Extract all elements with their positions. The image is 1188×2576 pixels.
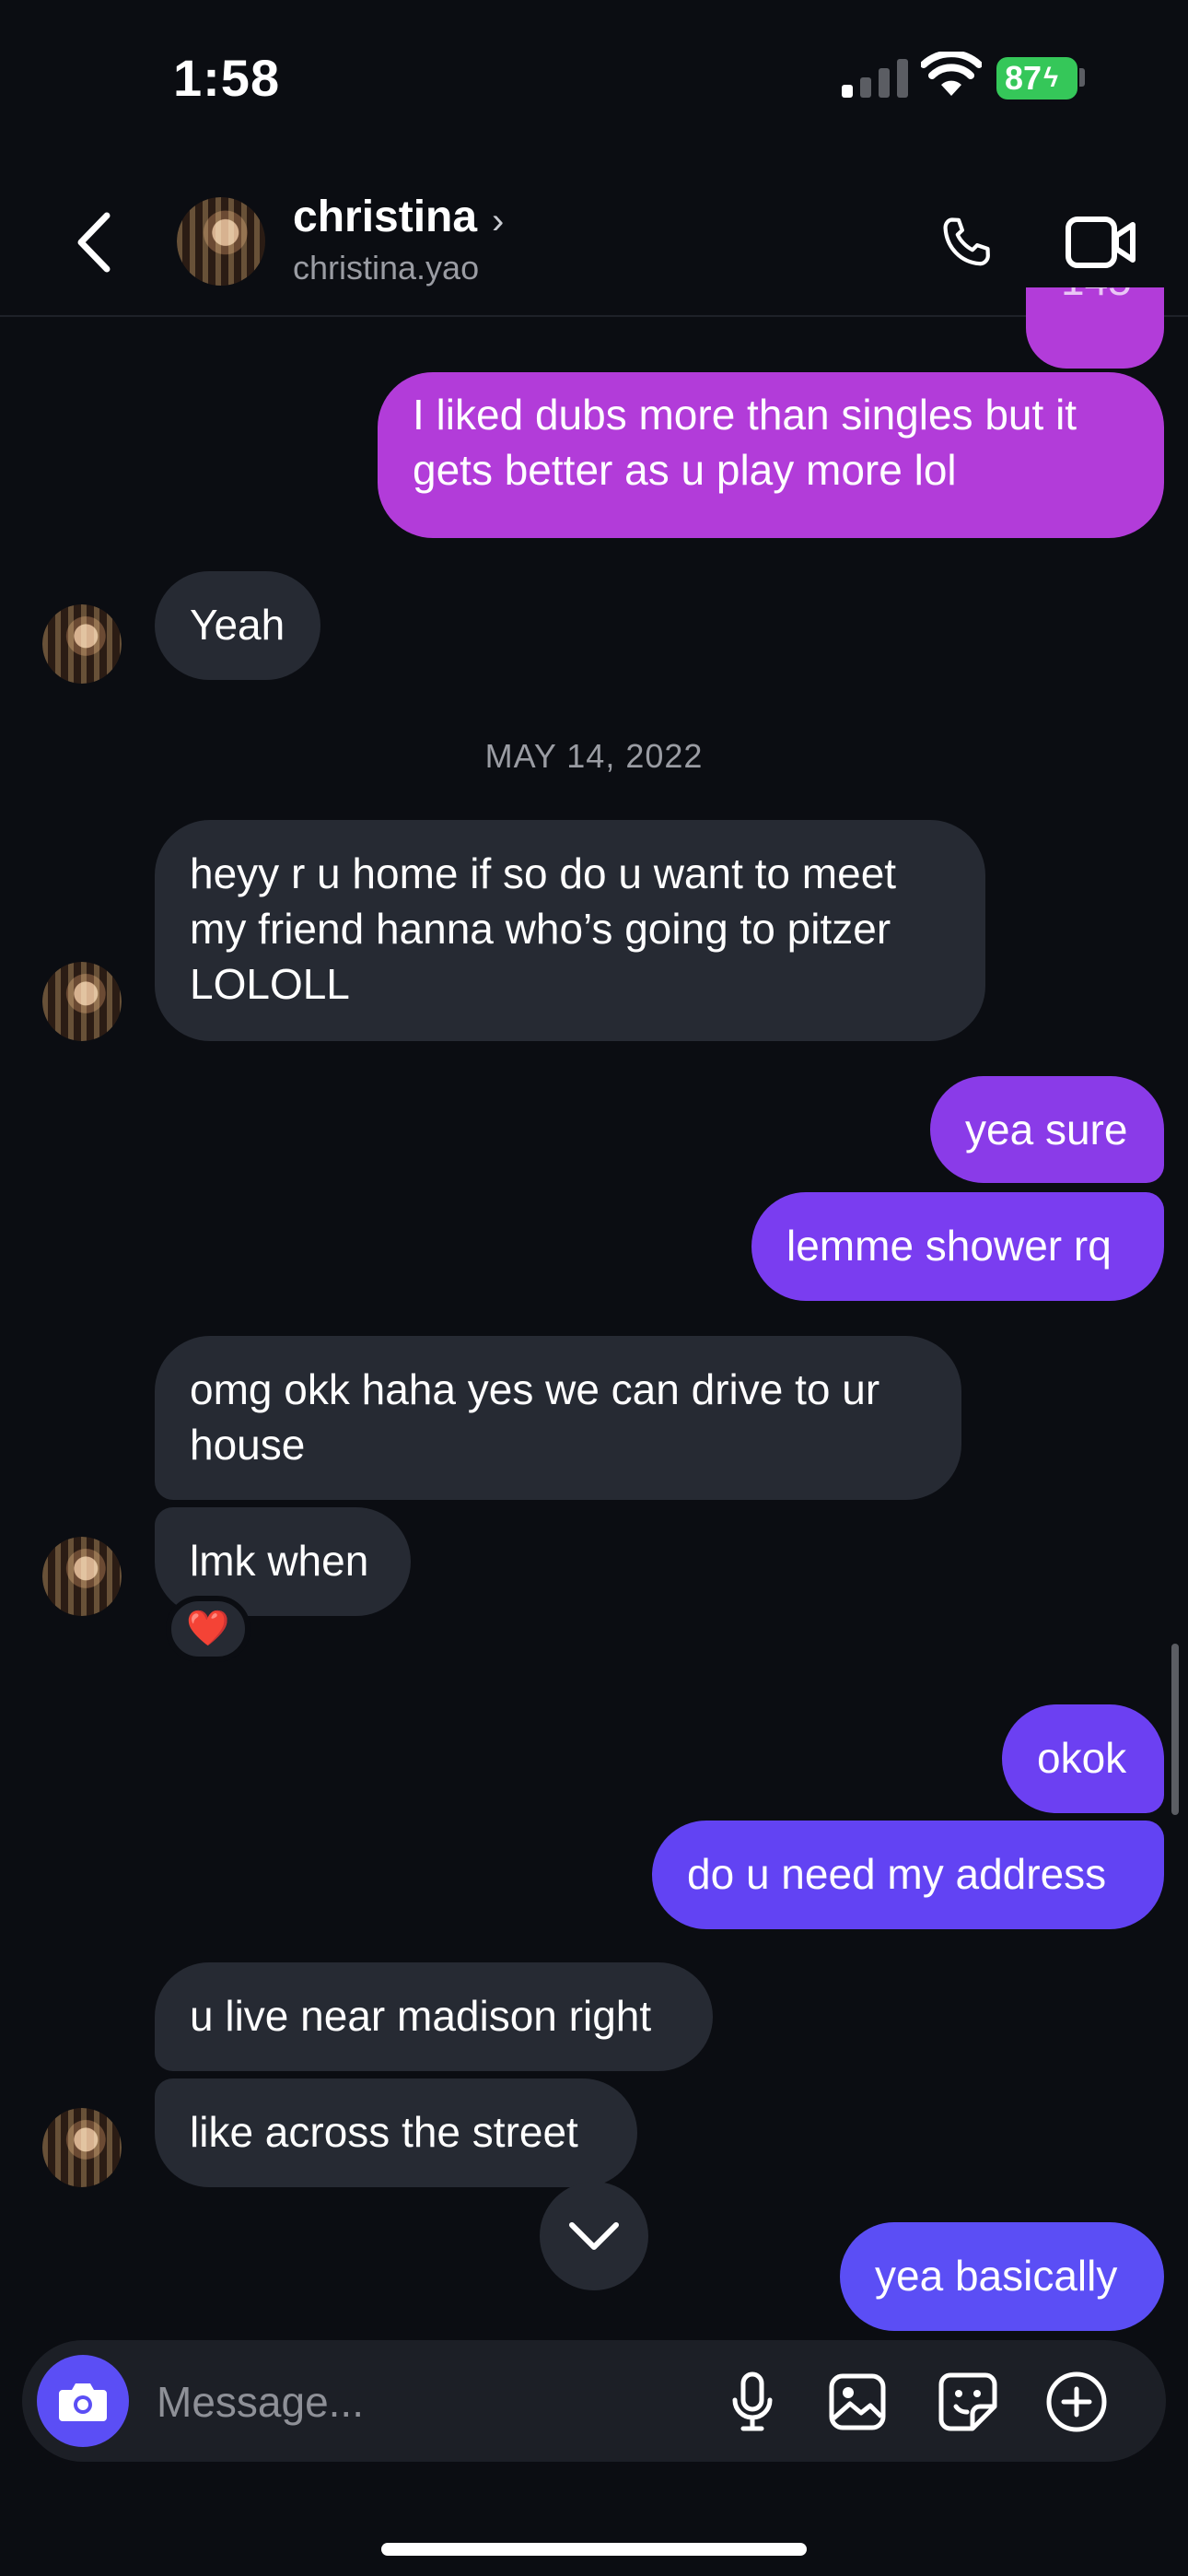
message-input[interactable] bbox=[155, 2368, 674, 2436]
cellular-signal-icon bbox=[842, 57, 908, 98]
camera-icon bbox=[59, 2383, 107, 2421]
message-sender-avatar[interactable] bbox=[42, 604, 122, 684]
back-chevron-icon[interactable] bbox=[74, 210, 114, 279]
battery-percent: 87 bbox=[1005, 59, 1042, 97]
video-camera-icon[interactable] bbox=[1065, 214, 1138, 275]
camera-button[interactable] bbox=[37, 2355, 129, 2447]
battery-nub bbox=[1079, 68, 1085, 87]
message-outgoing[interactable]: okok bbox=[1002, 1704, 1164, 1813]
chevron-right-icon[interactable]: › bbox=[492, 201, 504, 242]
battery-indicator: 87 ϟ bbox=[996, 57, 1077, 100]
sticker-icon[interactable] bbox=[934, 2368, 1002, 2436]
gallery-icon[interactable] bbox=[823, 2368, 891, 2436]
scrollbar-thumb[interactable] bbox=[1171, 1644, 1179, 1815]
contact-username[interactable]: christina.yao bbox=[293, 249, 479, 287]
heart-reaction-icon[interactable]: ❤️ bbox=[166, 1596, 250, 1662]
message-outgoing[interactable]: yea basically bbox=[840, 2222, 1164, 2331]
status-time: 1:58 bbox=[173, 49, 281, 107]
message-outgoing[interactable]: I liked dubs more than singles but it ge… bbox=[378, 372, 1164, 538]
contact-name[interactable]: christina bbox=[293, 192, 477, 242]
contact-avatar[interactable] bbox=[177, 197, 265, 286]
chevron-down-icon bbox=[569, 2222, 619, 2250]
message-incoming[interactable]: heyy r u home if so do u want to meet my… bbox=[155, 820, 985, 1041]
message-outgoing[interactable]: yea sure bbox=[930, 1076, 1164, 1183]
message-outgoing[interactable]: do u need my address bbox=[652, 1821, 1164, 1929]
message-incoming[interactable]: u live near madison right bbox=[155, 1962, 713, 2071]
plus-circle-icon[interactable] bbox=[1042, 2368, 1111, 2436]
scroll-to-bottom-button[interactable] bbox=[540, 2182, 648, 2290]
header-divider bbox=[0, 315, 1188, 317]
message-sender-avatar[interactable] bbox=[42, 2108, 122, 2187]
message-outgoing[interactable]: lemme shower rq bbox=[751, 1192, 1164, 1301]
message-sender-avatar[interactable] bbox=[42, 962, 122, 1041]
message-outgoing-partial[interactable]: 145 bbox=[1026, 287, 1164, 369]
message-sender-avatar[interactable] bbox=[42, 1537, 122, 1616]
message-incoming[interactable]: omg okk haha yes we can drive to ur hous… bbox=[155, 1336, 961, 1500]
microphone-icon[interactable] bbox=[718, 2368, 786, 2436]
home-indicator[interactable] bbox=[381, 2543, 807, 2556]
date-separator: MAY 14, 2022 bbox=[484, 737, 704, 775]
phone-icon[interactable] bbox=[934, 210, 1000, 281]
message-incoming[interactable]: Yeah bbox=[155, 571, 320, 680]
charging-bolt-icon: ϟ bbox=[1043, 63, 1058, 93]
message-incoming[interactable]: like across the street bbox=[155, 2078, 637, 2187]
wifi-icon bbox=[920, 50, 983, 102]
